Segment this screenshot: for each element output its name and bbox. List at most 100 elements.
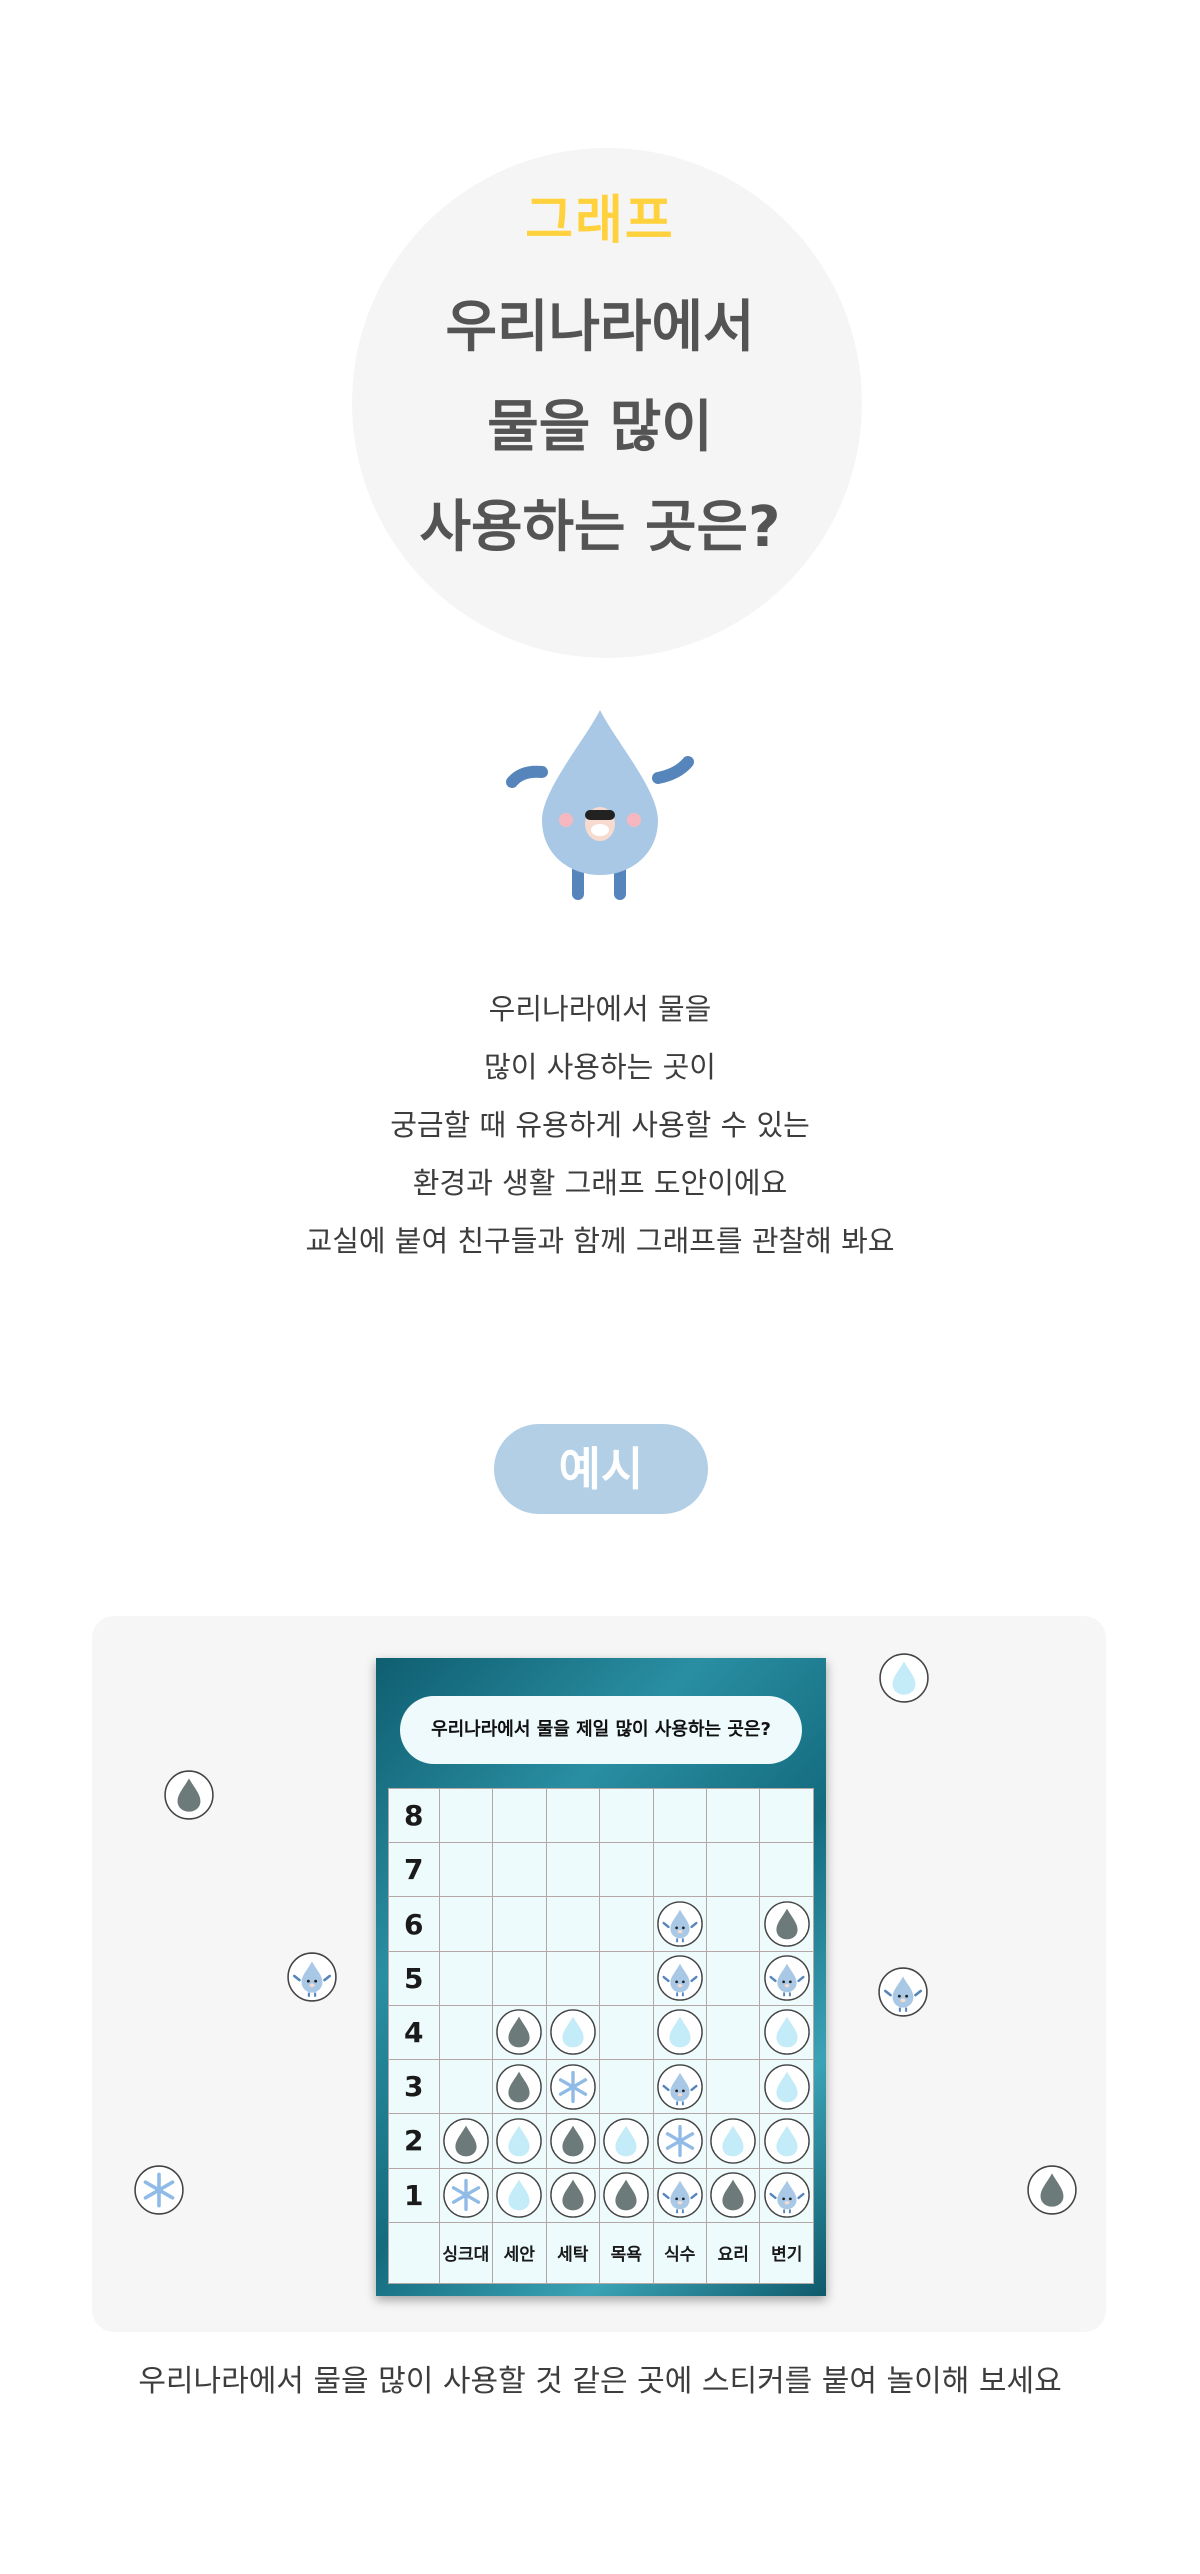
grid-cell[interactable] xyxy=(705,1950,761,2006)
dark-water-drop-sticker-icon[interactable] xyxy=(1026,2164,1078,2216)
grid-cell[interactable] xyxy=(705,2167,761,2223)
grid-cell[interactable] xyxy=(652,2113,707,2169)
grid-cell[interactable] xyxy=(545,2004,601,2061)
dark-water-drop-sticker-icon[interactable] xyxy=(549,2171,597,2219)
grid-cell[interactable] xyxy=(438,1787,494,1844)
grid-cell[interactable] xyxy=(438,1896,494,1952)
x-axis-label: 싱크대 xyxy=(438,2221,494,2285)
water-drop-character-sticker-icon[interactable] xyxy=(656,1900,704,1948)
grid-cell[interactable] xyxy=(759,1787,814,1844)
water-drop-character-sticker-icon[interactable] xyxy=(763,2171,811,2219)
grid-cell[interactable] xyxy=(438,1842,494,1898)
grid-cell[interactable] xyxy=(652,1896,707,1952)
light-water-drop-sticker-icon[interactable] xyxy=(549,2008,597,2056)
grid-cell[interactable] xyxy=(599,1787,654,1844)
dark-water-drop-sticker-icon[interactable] xyxy=(495,2008,543,2056)
water-drop-character-sticker-icon[interactable] xyxy=(656,2171,704,2219)
grid-row: 6 xyxy=(388,1896,814,1952)
light-water-drop-sticker-icon[interactable] xyxy=(763,2063,811,2111)
grid-cell[interactable] xyxy=(492,1950,547,2006)
snowflake-sticker-icon[interactable] xyxy=(656,2117,704,2165)
grid-cell[interactable] xyxy=(492,2004,547,2061)
grid-cell[interactable] xyxy=(759,2167,814,2223)
grid-cell[interactable] xyxy=(759,2059,814,2115)
grid-cell[interactable] xyxy=(705,2113,761,2169)
grid-cell[interactable] xyxy=(652,1950,707,2006)
grid-cell[interactable] xyxy=(492,1896,547,1952)
dark-water-drop-sticker-icon[interactable] xyxy=(442,2117,490,2165)
grid-cell[interactable] xyxy=(652,2167,707,2223)
graph-board: 우리나라에서 물을 제일 많이 사용하는 곳은? 8 7 6 5 4 3 2 1 싱크대 세안 세탁… xyxy=(376,1658,826,2296)
grid-cell[interactable] xyxy=(599,1896,654,1952)
grid-cell[interactable] xyxy=(705,2059,761,2115)
snowflake-sticker-icon[interactable] xyxy=(442,2171,490,2219)
grid-cell[interactable] xyxy=(652,2004,707,2061)
water-drop-mascot-icon xyxy=(506,710,694,900)
grid-cell[interactable] xyxy=(492,1787,547,1844)
dark-water-drop-sticker-icon[interactable] xyxy=(709,2171,757,2219)
water-drop-character-sticker-icon[interactable] xyxy=(286,1951,338,2003)
hero-title-line: 우리나라에서 xyxy=(445,295,755,360)
grid-row: 1 xyxy=(388,2167,814,2223)
grid-cell[interactable] xyxy=(438,2167,494,2223)
dark-water-drop-sticker-icon[interactable] xyxy=(763,1900,811,1948)
dark-water-drop-sticker-icon[interactable] xyxy=(549,2117,597,2165)
grid-cell[interactable] xyxy=(759,1896,814,1952)
grid-cell[interactable] xyxy=(599,2004,654,2061)
grid-cell[interactable] xyxy=(492,1842,547,1898)
grid-cell[interactable] xyxy=(545,1950,601,2006)
x-axis-label: 세안 xyxy=(492,2221,547,2285)
grid-cell[interactable] xyxy=(492,2113,547,2169)
grid-cell[interactable] xyxy=(545,2059,601,2115)
grid-cell[interactable] xyxy=(705,1787,761,1844)
grid-cell[interactable] xyxy=(438,2059,494,2115)
grid-cell[interactable] xyxy=(759,1842,814,1898)
grid-cell[interactable] xyxy=(545,2113,601,2169)
grid-row: 8 xyxy=(388,1787,814,1844)
grid-cell[interactable] xyxy=(652,1842,707,1898)
grid-cell[interactable] xyxy=(438,2113,494,2169)
light-water-drop-sticker-icon[interactable] xyxy=(656,2008,704,2056)
light-water-drop-sticker-icon[interactable] xyxy=(763,2117,811,2165)
light-water-drop-sticker-icon[interactable] xyxy=(709,2117,757,2165)
light-water-drop-sticker-icon[interactable] xyxy=(602,2117,650,2165)
grid-cell[interactable] xyxy=(545,1842,601,1898)
y-axis-label: 7 xyxy=(388,1842,440,1898)
grid-cell[interactable] xyxy=(599,1842,654,1898)
description-line: 교실에 붙여 친구들과 함께 그래프를 관찰해 봐요 xyxy=(305,1224,895,1258)
grid-cell[interactable] xyxy=(599,2113,654,2169)
grid-cell[interactable] xyxy=(599,2167,654,2223)
light-water-drop-sticker-icon[interactable] xyxy=(763,2008,811,2056)
grid-cell[interactable] xyxy=(599,2059,654,2115)
grid-cell[interactable] xyxy=(759,1950,814,2006)
light-water-drop-sticker-icon[interactable] xyxy=(495,2117,543,2165)
grid-cell[interactable] xyxy=(705,1842,761,1898)
dark-water-drop-sticker-icon[interactable] xyxy=(495,2063,543,2111)
grid-cell[interactable] xyxy=(599,1950,654,2006)
grid-cell[interactable] xyxy=(705,1896,761,1952)
water-drop-character-sticker-icon[interactable] xyxy=(656,1954,704,2002)
grid-cell[interactable] xyxy=(438,2004,494,2061)
dark-water-drop-sticker-icon[interactable] xyxy=(602,2171,650,2219)
dark-water-drop-sticker-icon[interactable] xyxy=(163,1769,215,1821)
snowflake-sticker-icon[interactable] xyxy=(133,2164,185,2216)
grid-cell[interactable] xyxy=(705,2004,761,2061)
grid-cell[interactable] xyxy=(438,1950,494,2006)
grid-cell[interactable] xyxy=(545,1896,601,1952)
grid-cell[interactable] xyxy=(492,2059,547,2115)
light-water-drop-sticker-icon[interactable] xyxy=(878,1652,930,1704)
snowflake-sticker-icon[interactable] xyxy=(549,2063,597,2111)
water-drop-character-sticker-icon[interactable] xyxy=(763,1954,811,2002)
grid-cell[interactable] xyxy=(652,2059,707,2115)
grid-row: 2 xyxy=(388,2113,814,2169)
water-drop-character-sticker-icon[interactable] xyxy=(877,1966,929,2018)
grid-cell[interactable] xyxy=(545,1787,601,1844)
grid-cell[interactable] xyxy=(492,2167,547,2223)
grid-cell[interactable] xyxy=(759,2004,814,2061)
grid-cell[interactable] xyxy=(545,2167,601,2223)
water-drop-character-sticker-icon[interactable] xyxy=(656,2063,704,2111)
graph-grid: 8 7 6 5 4 3 2 1 싱크대 세안 세탁 목욕 식수 요리 변기 xyxy=(388,1787,814,2285)
grid-cell[interactable] xyxy=(652,1787,707,1844)
grid-cell[interactable] xyxy=(759,2113,814,2169)
light-water-drop-sticker-icon[interactable] xyxy=(495,2171,543,2219)
